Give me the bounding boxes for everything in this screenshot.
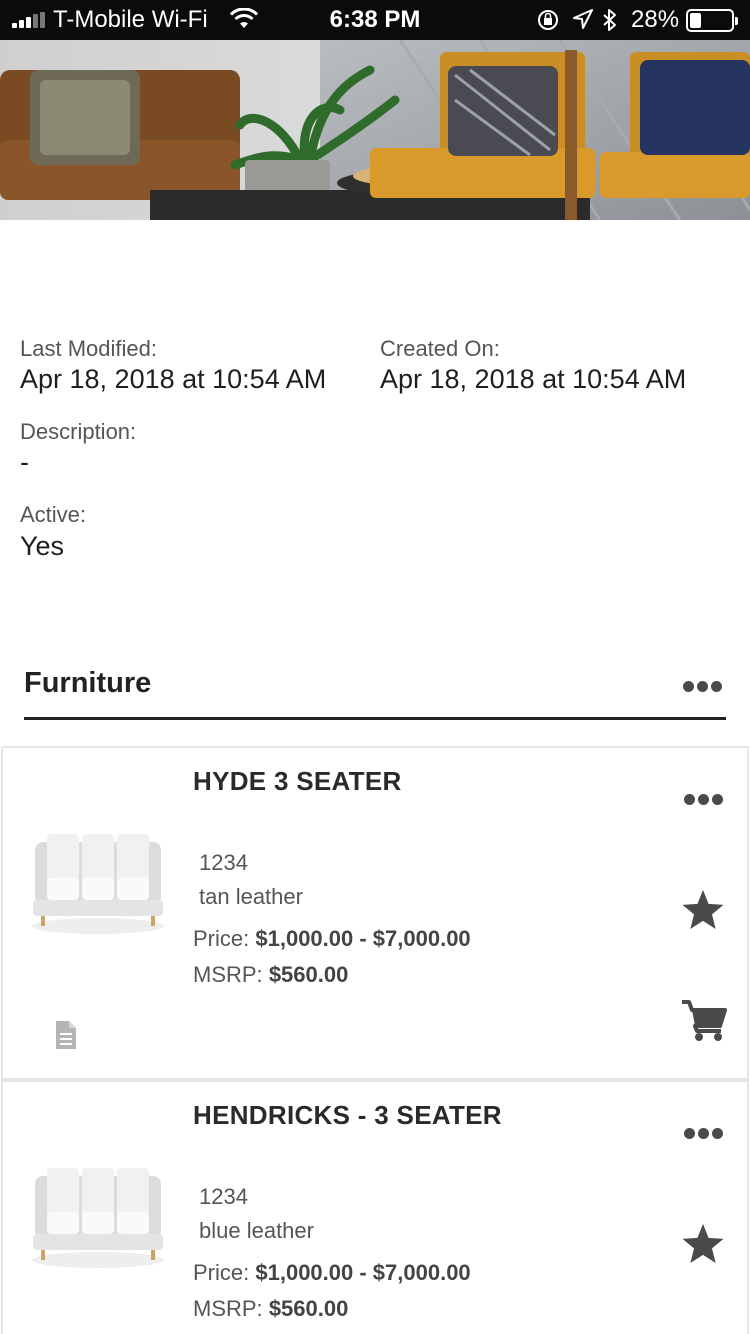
product-msrp: MSRP: $560.00 bbox=[193, 962, 348, 988]
product-card[interactable]: HYDE 3 SEATER 1234 tan leather Price: $1… bbox=[1, 746, 749, 1080]
created-on-label: Created On: bbox=[380, 336, 500, 361]
battery-icon bbox=[686, 9, 738, 32]
active-value: Yes bbox=[20, 531, 65, 561]
product-msrp: MSRP: $560.00 bbox=[193, 1296, 348, 1322]
section-title: Furniture bbox=[24, 667, 152, 699]
created-on-value: Apr 18, 2018 at 10:54 AM bbox=[380, 364, 687, 394]
bluetooth-icon bbox=[603, 9, 616, 31]
description-label: Description: bbox=[20, 419, 137, 444]
more-horizontal-icon[interactable] bbox=[683, 681, 723, 693]
star-icon[interactable] bbox=[680, 1222, 726, 1266]
msrp-label: MSRP: bbox=[193, 1296, 263, 1321]
msrp-value: $560.00 bbox=[268, 1296, 349, 1321]
last-modified-label: Last Modified: bbox=[20, 336, 157, 361]
msrp-label: MSRP: bbox=[193, 962, 263, 987]
star-icon[interactable] bbox=[680, 888, 726, 932]
product-price: Price: $1,000.00 - $7,000.00 bbox=[193, 926, 471, 952]
battery-percentage: 28% bbox=[631, 6, 680, 33]
more-horizontal-icon[interactable] bbox=[684, 794, 724, 806]
product-sku: 1234 bbox=[199, 1184, 248, 1209]
description-value: - bbox=[20, 447, 29, 477]
active-label: Active: bbox=[20, 502, 87, 527]
hero-image bbox=[0, 40, 750, 220]
price-value: $1,000.00 - $7,000.00 bbox=[255, 1260, 471, 1285]
document-icon[interactable] bbox=[54, 1020, 78, 1050]
product-thumbnail bbox=[32, 1168, 164, 1268]
product-price: Price: $1,000.00 - $7,000.00 bbox=[193, 1260, 471, 1286]
product-material: blue leather bbox=[199, 1218, 314, 1243]
status-bar: T-Mobile Wi-Fi 6:38 PM 28% bbox=[0, 0, 750, 40]
last-modified-value: Apr 18, 2018 at 10:54 AM bbox=[20, 364, 327, 394]
product-sku: 1234 bbox=[199, 850, 248, 875]
price-label: Price: bbox=[193, 1260, 250, 1285]
price-value: $1,000.00 - $7,000.00 bbox=[255, 926, 471, 951]
more-horizontal-icon[interactable] bbox=[684, 1128, 724, 1140]
shopping-cart-icon[interactable] bbox=[680, 998, 728, 1042]
msrp-value: $560.00 bbox=[268, 962, 349, 987]
product-name[interactable]: HENDRICKS - 3 SEATER bbox=[193, 1100, 502, 1131]
price-label: Price: bbox=[193, 926, 250, 951]
product-card[interactable]: HENDRICKS - 3 SEATER 1234 blue leather P… bbox=[1, 1080, 749, 1334]
product-material: tan leather bbox=[199, 884, 303, 909]
product-name[interactable]: HYDE 3 SEATER bbox=[193, 766, 402, 797]
product-thumbnail bbox=[32, 834, 164, 934]
section-divider bbox=[24, 717, 726, 720]
orientation-lock-icon bbox=[538, 10, 558, 30]
location-arrow-icon bbox=[573, 9, 593, 29]
